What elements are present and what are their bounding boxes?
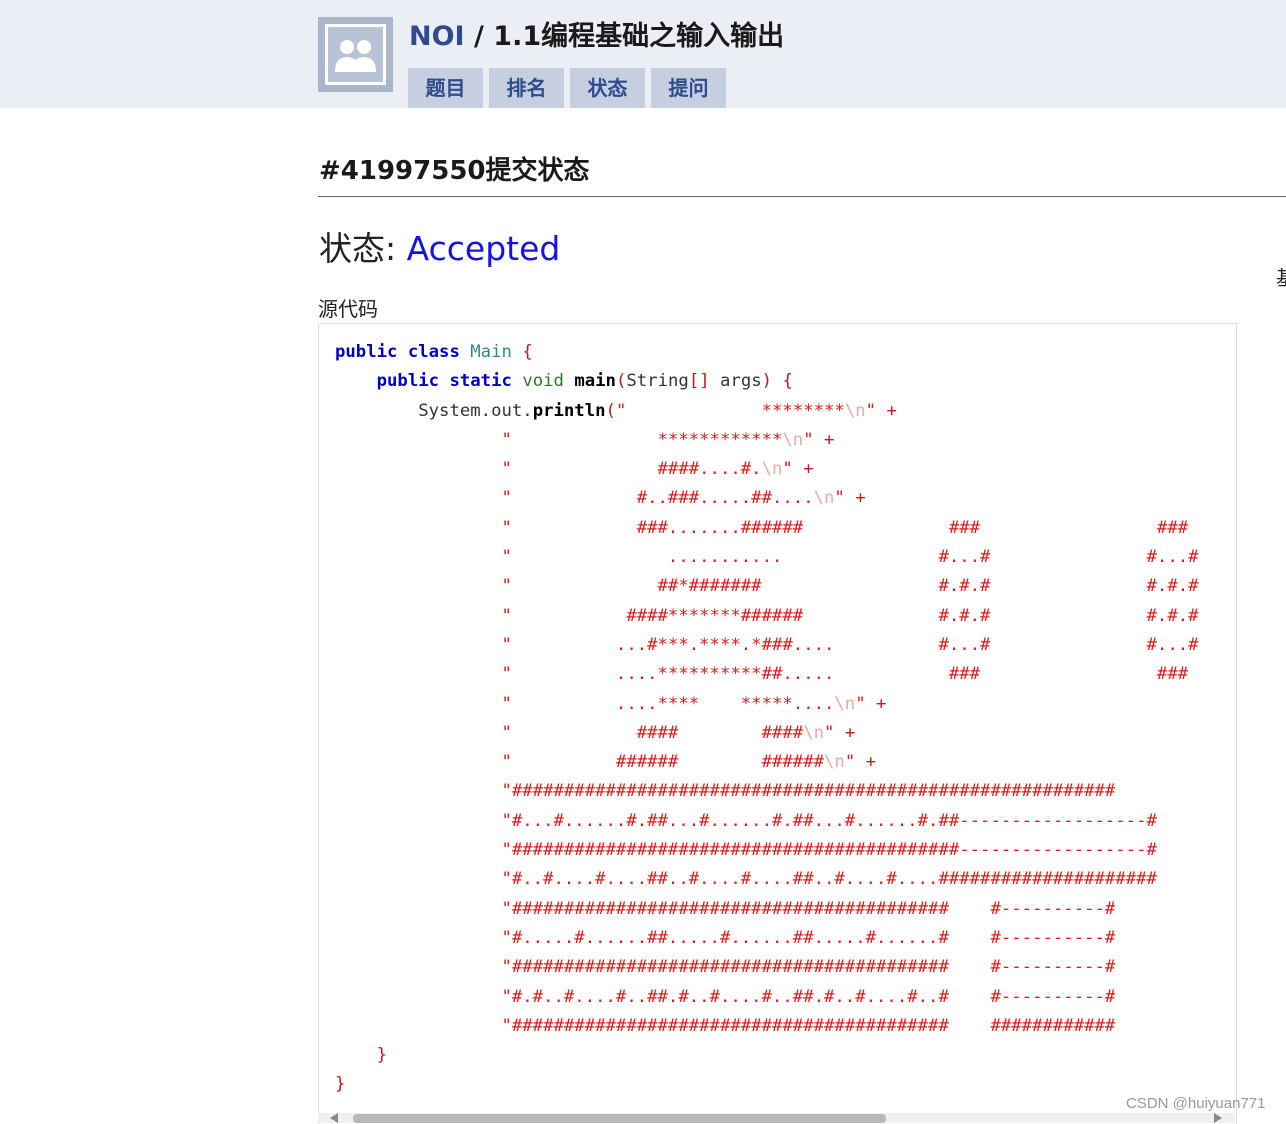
code-line: " ###.......###### ### ### <box>501 517 1189 538</box>
tab-ranking[interactable]: 排名 <box>489 68 564 108</box>
code-line: "#######################################… <box>501 1015 1116 1036</box>
code-line: "#######################################… <box>501 957 1116 978</box>
code-line: "#######################################… <box>501 781 1116 802</box>
breadcrumb-separator: / <box>464 21 494 52</box>
code-line: " ........... #...# #...# <box>501 547 1199 568</box>
code-line: " ....**********##..... ### ### <box>501 664 1189 685</box>
code-line: } <box>335 1074 346 1095</box>
page-title: #41997550提交状态 <box>319 156 590 186</box>
tab-problems[interactable]: 题目 <box>408 68 483 108</box>
code-line: "#######################################… <box>501 840 1157 861</box>
code-line: " ####....#.\n" + <box>501 459 814 480</box>
clipped-sidebar-text: 基 <box>1276 262 1286 291</box>
tab-questions[interactable]: 提问 <box>651 68 726 108</box>
source-code-block[interactable]: public class Main { public static void m… <box>318 323 1237 1124</box>
scroll-right-arrow-icon[interactable] <box>1214 1113 1222 1123</box>
code-line: " ************\n" + <box>501 429 835 450</box>
source-code-label: 源代码 <box>318 297 378 321</box>
code-line: " ...#***.****.*###.... #...# #...# <box>501 634 1199 655</box>
breadcrumb-course-link[interactable]: 1.1编程基础之输入输出 <box>493 21 784 52</box>
breadcrumb-org-link[interactable]: NOI <box>409 21 465 52</box>
code-line: " ###### ######\n" + <box>501 752 877 773</box>
watermark: CSDN @huiyuan771 <box>1126 1095 1266 1112</box>
code-line: } <box>376 1045 388 1066</box>
code-line: System.out.println(" ********\n" + <box>335 400 897 421</box>
group-avatar-icon[interactable] <box>318 17 393 92</box>
title-divider <box>318 196 1286 197</box>
code-line: " #..###.....##....\n" + <box>501 488 866 509</box>
code-line: " ##*####### #.#.# #.#.# <box>501 576 1199 597</box>
code-line: public static void main(String[] args) { <box>376 371 793 392</box>
code-line: "#...#......#.##...#......#.##...#......… <box>501 810 1157 831</box>
code-line: public class Main { <box>335 342 533 362</box>
code-line: "#..#....#....##..#....#....##..#....#..… <box>501 869 1157 890</box>
status-value: Accepted <box>406 229 561 268</box>
source-code: public class Main { public static void m… <box>335 338 1199 1100</box>
code-line: " ####*******###### #.#.# #.#.# <box>501 605 1199 626</box>
status-label: 状态: <box>319 229 407 268</box>
tab-status[interactable]: 状态 <box>570 68 645 108</box>
code-line: " ....**** *****....\n" + <box>501 693 887 714</box>
code-line: "#######################################… <box>501 898 1116 919</box>
code-line: "#.#..#....#..##.#..#....#..##.#..#....#… <box>501 986 1116 1007</box>
breadcrumb: NOI / 1.1编程基础之输入输出 <box>409 14 784 53</box>
code-line: "#.....#......##.....#......##.....#....… <box>501 927 1116 948</box>
scroll-left-arrow-icon[interactable] <box>330 1113 338 1123</box>
submission-status: 状态: Accepted <box>319 222 560 270</box>
code-line: " #### ####\n" + <box>501 722 856 743</box>
scrollbar-thumb[interactable] <box>353 1114 886 1123</box>
